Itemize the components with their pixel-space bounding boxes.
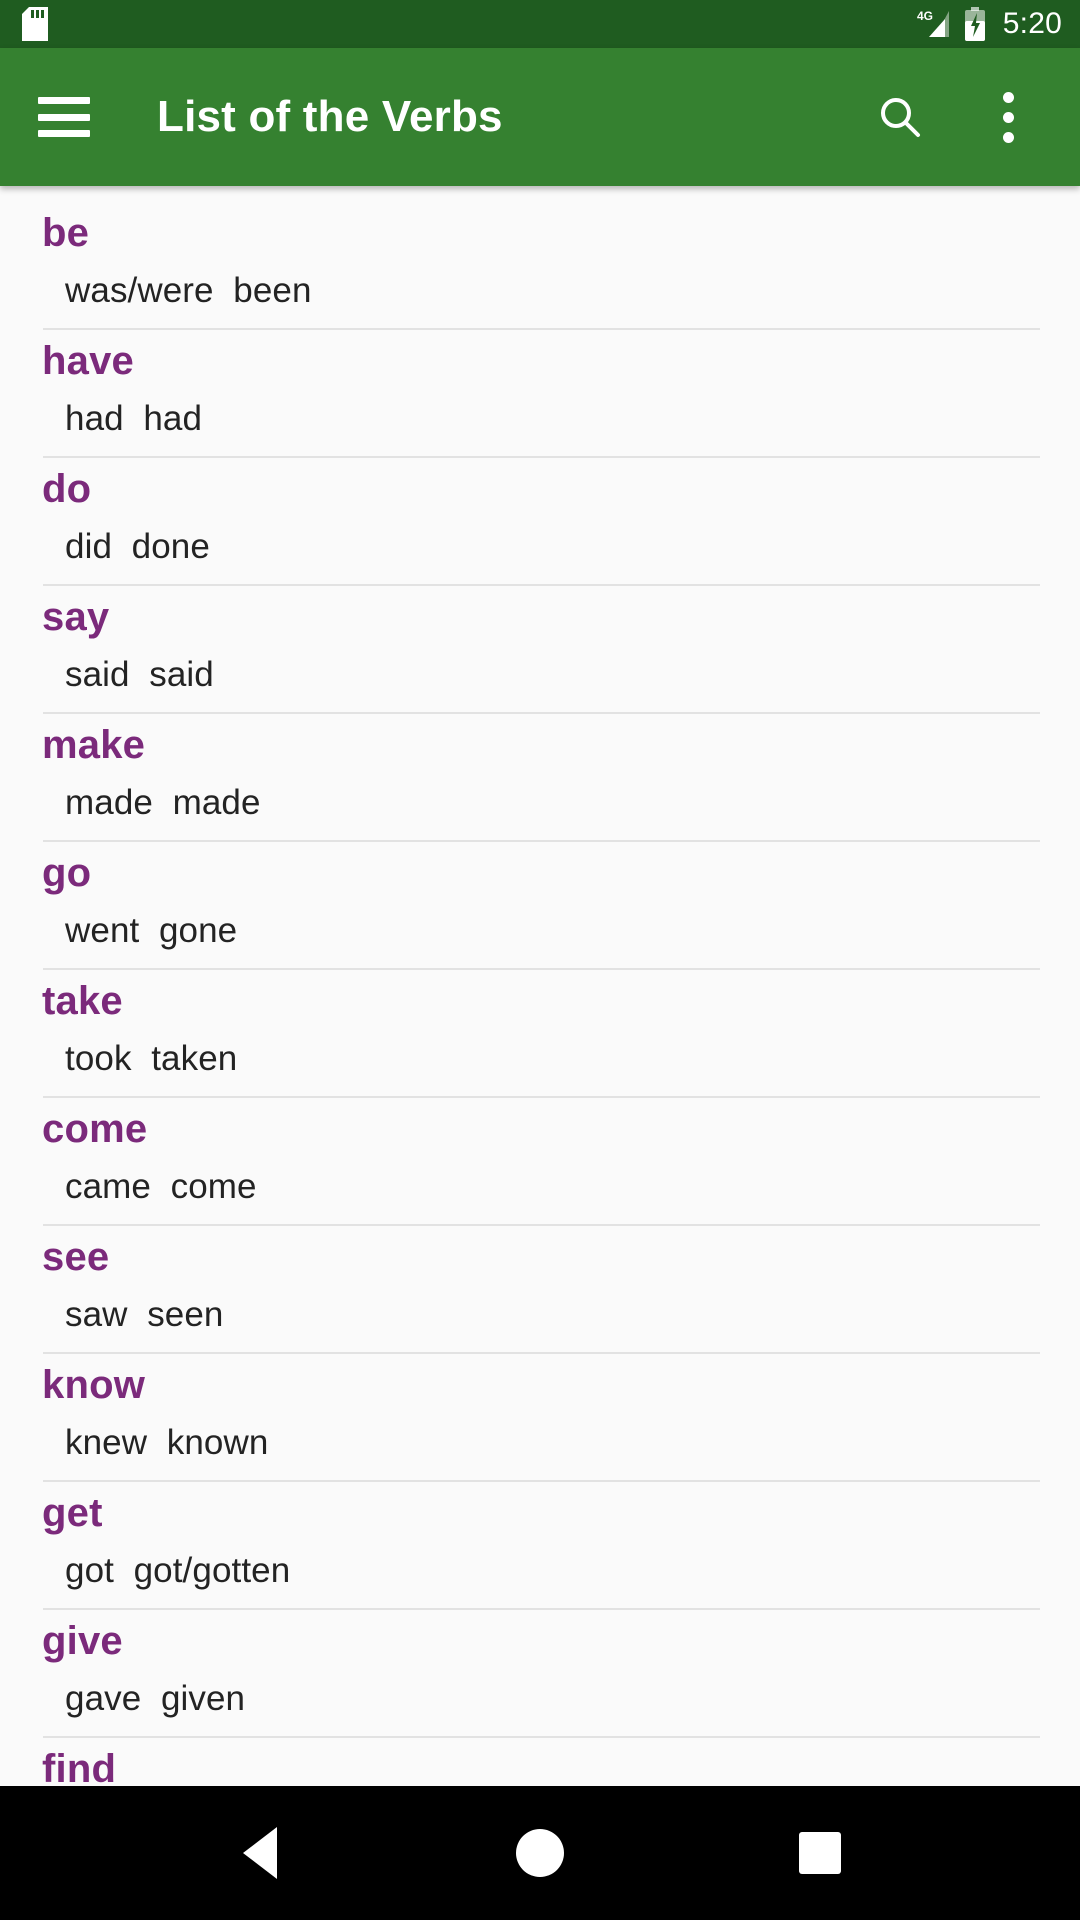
verb-list-item[interactable]: have had had bbox=[0, 330, 1080, 458]
verb-forms-row: knew known bbox=[43, 1416, 1040, 1482]
verb-list-item[interactable]: take took taken bbox=[0, 970, 1080, 1098]
verb-forms-row: gave given bbox=[43, 1672, 1040, 1738]
recents-button[interactable] bbox=[760, 1803, 880, 1903]
verb-base-form: see bbox=[42, 1235, 110, 1279]
verb-base-form: take bbox=[42, 979, 123, 1023]
hamburger-bar-3 bbox=[38, 130, 90, 137]
verb-base-form: say bbox=[42, 595, 110, 639]
verb-forms-row: had had bbox=[43, 392, 1040, 458]
overflow-menu-icon bbox=[1002, 91, 1014, 143]
verb-past-participle-forms: took taken bbox=[65, 1039, 238, 1078]
verb-list-item[interactable]: see saw seen bbox=[0, 1226, 1080, 1354]
recents-square-icon bbox=[799, 1832, 841, 1874]
system-navigation-bar bbox=[0, 1786, 1080, 1920]
search-icon bbox=[881, 98, 920, 137]
status-bar-clock: 5:20 bbox=[1002, 7, 1062, 40]
app-bar: List of the Verbs bbox=[0, 48, 1080, 186]
verb-list-item[interactable]: go went gone bbox=[0, 842, 1080, 970]
verb-forms-row: got got/gotten bbox=[43, 1544, 1040, 1610]
verb-base-form: have bbox=[42, 339, 134, 383]
verb-list-item[interactable]: know knew known bbox=[0, 1354, 1080, 1482]
verb-list-item[interactable]: make made made bbox=[0, 714, 1080, 842]
verb-base-form: come bbox=[42, 1107, 148, 1151]
verb-past-participle-forms: went gone bbox=[65, 911, 238, 950]
app-bar-actions bbox=[872, 89, 1050, 145]
verb-past-participle-forms: got got/gotten bbox=[65, 1551, 291, 1590]
app-screen: 4G 5:20 List of the Verbs be was/were be… bbox=[0, 0, 1080, 1920]
verb-list-item[interactable]: find bbox=[0, 1738, 1080, 1786]
verb-forms-row: did done bbox=[43, 520, 1040, 586]
verb-list-item[interactable]: get got got/gotten bbox=[0, 1482, 1080, 1610]
back-triangle-icon bbox=[243, 1827, 277, 1879]
overflow-dot-1 bbox=[1002, 91, 1014, 103]
verb-forms-row: said said bbox=[43, 648, 1040, 714]
verb-base-form: get bbox=[42, 1491, 103, 1535]
search-button[interactable] bbox=[872, 89, 928, 145]
verb-base-form: be bbox=[42, 211, 90, 255]
verb-past-participle-forms: was/were been bbox=[65, 271, 312, 310]
verb-past-participle-forms: did done bbox=[65, 527, 210, 566]
hamburger-bar-1 bbox=[38, 97, 90, 104]
verb-base-form: give bbox=[42, 1619, 123, 1663]
page-title: List of the Verbs bbox=[157, 92, 503, 141]
verb-base-form: find bbox=[42, 1747, 117, 1786]
verb-list[interactable]: be was/were been have had had do did done say s… bbox=[0, 186, 1080, 1786]
verb-list-item[interactable]: be was/were been bbox=[0, 202, 1080, 330]
home-button[interactable] bbox=[480, 1803, 600, 1903]
verb-past-participle-forms: knew known bbox=[65, 1423, 269, 1462]
verb-list-item[interactable]: do did done bbox=[0, 458, 1080, 586]
battery-charging-icon bbox=[963, 7, 987, 41]
overflow-dot-3 bbox=[1002, 131, 1014, 143]
verb-base-form: do bbox=[42, 467, 92, 511]
verb-base-form: make bbox=[42, 723, 146, 767]
verb-forms-row: was/were been bbox=[43, 264, 1040, 330]
svg-text:4G: 4G bbox=[917, 9, 933, 23]
verb-past-participle-forms: made made bbox=[65, 783, 261, 822]
verb-forms-row: went gone bbox=[43, 904, 1040, 970]
verb-list-item[interactable]: come came come bbox=[0, 1098, 1080, 1226]
hamburger-menu-icon[interactable] bbox=[38, 97, 90, 137]
verb-base-form: go bbox=[42, 851, 92, 895]
verb-list-item[interactable]: give gave given bbox=[0, 1610, 1080, 1738]
verb-forms-row: came come bbox=[43, 1160, 1040, 1226]
verb-past-participle-forms: saw seen bbox=[65, 1295, 224, 1334]
home-circle-icon bbox=[516, 1829, 564, 1877]
back-button[interactable] bbox=[200, 1803, 320, 1903]
verb-forms-row: took taken bbox=[43, 1032, 1040, 1098]
verb-forms-row: made made bbox=[43, 776, 1040, 842]
verb-past-participle-forms: said said bbox=[65, 655, 214, 694]
signal-bars-icon: 4G bbox=[917, 9, 951, 39]
verb-past-participle-forms: gave given bbox=[65, 1679, 246, 1718]
overflow-menu-button[interactable] bbox=[980, 89, 1036, 145]
status-bar: 4G 5:20 bbox=[0, 0, 1080, 48]
verb-forms-row: saw seen bbox=[43, 1288, 1040, 1354]
verb-list-item[interactable]: say said said bbox=[0, 586, 1080, 714]
verb-past-participle-forms: came come bbox=[65, 1167, 257, 1206]
status-bar-right: 4G 5:20 bbox=[917, 7, 1062, 41]
verb-past-participle-forms: had had bbox=[65, 399, 203, 438]
sd-card-icon bbox=[22, 7, 48, 41]
hamburger-bar-2 bbox=[38, 113, 90, 121]
verb-base-form: know bbox=[42, 1363, 146, 1407]
overflow-dot-2 bbox=[1002, 111, 1014, 123]
status-bar-left bbox=[22, 7, 48, 41]
